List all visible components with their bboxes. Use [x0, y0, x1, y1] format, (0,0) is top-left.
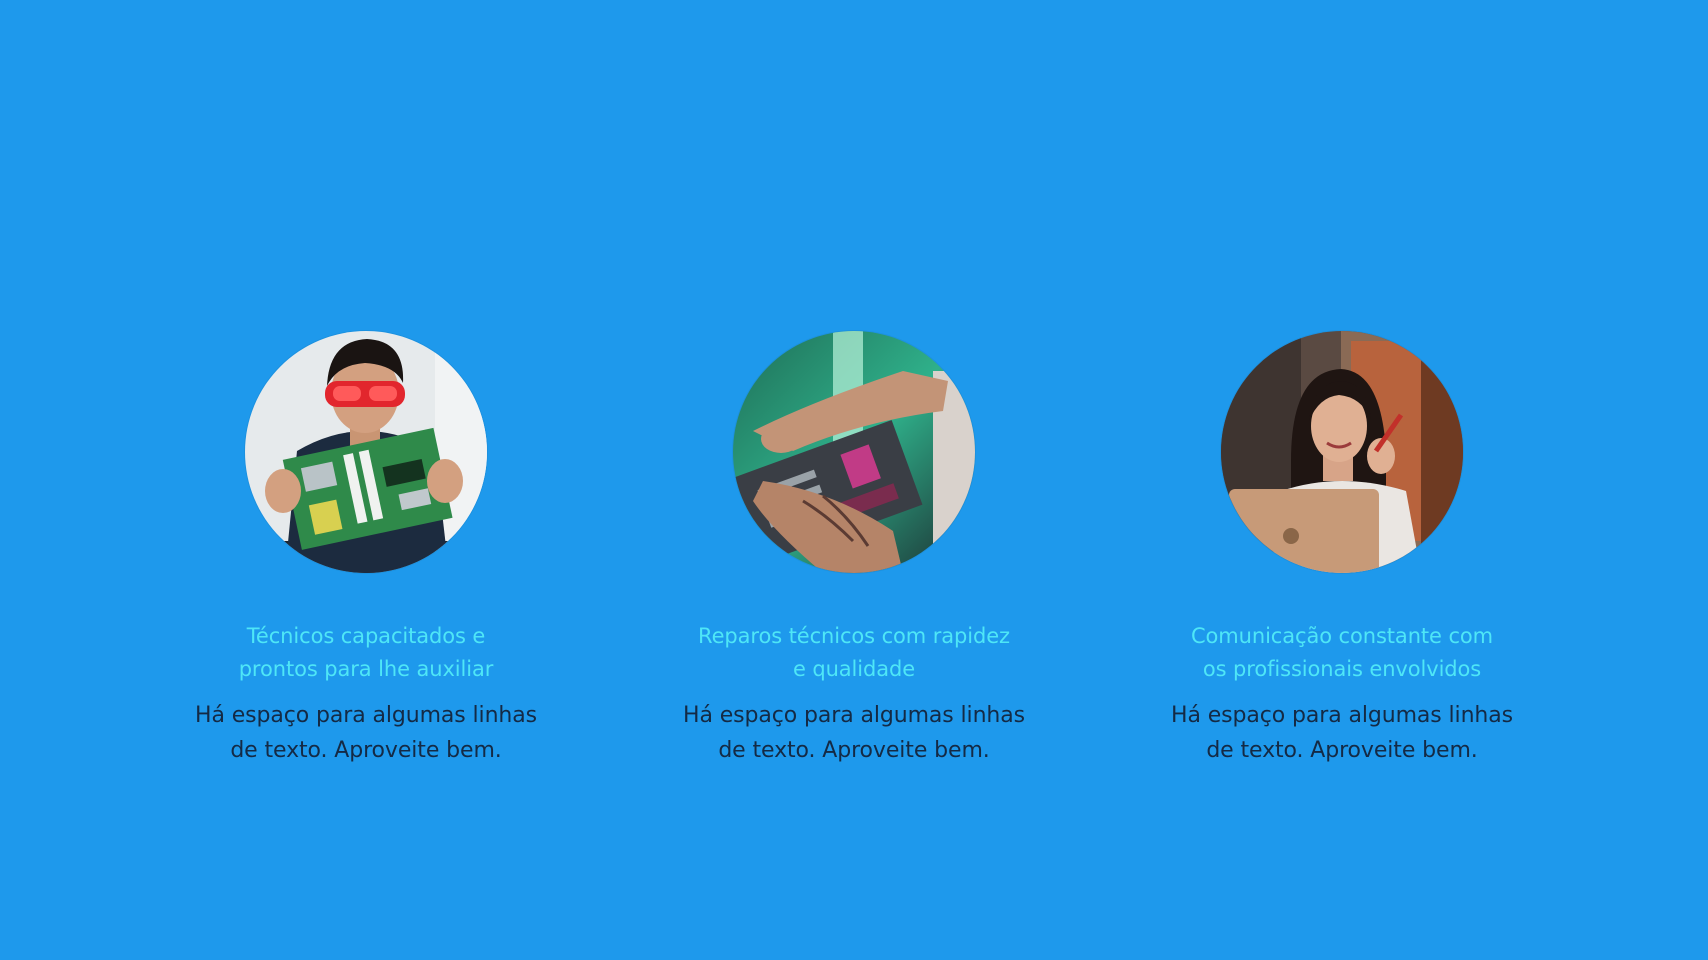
feature-title: Comunicação constante com os profissiona… [1172, 620, 1512, 686]
feature-title-line: Técnicos capacitados e [246, 624, 486, 648]
hands-repairing-circuit-board-illustration [733, 331, 975, 573]
feature-description-line: Há espaço para algumas linhas [195, 703, 537, 728]
feature-title: Reparos técnicos com rapidez e qualidade [684, 620, 1024, 686]
technician-with-motherboard-illustration [245, 331, 487, 573]
feature-description: Há espaço para algumas linhas de texto. … [186, 698, 546, 768]
feature-description: Há espaço para algumas linhas de texto. … [1162, 698, 1522, 768]
feature-card-technicians: Técnicos capacitados e prontos para lhe … [156, 331, 576, 768]
feature-title-line: Reparos técnicos com rapidez [698, 624, 1010, 648]
feature-title-line: prontos para lhe auxiliar [238, 657, 494, 681]
feature-description-line: Há espaço para algumas linhas [1171, 703, 1513, 728]
feature-description-line: de texto. Aproveite bem. [1206, 738, 1478, 763]
repair-photo [733, 331, 975, 573]
technician-photo [245, 331, 487, 573]
feature-description-line: de texto. Aproveite bem. [230, 738, 502, 763]
feature-description-line: de texto. Aproveite bem. [718, 738, 990, 763]
feature-title: Técnicos capacitados e prontos para lhe … [196, 620, 536, 686]
communication-photo [1221, 331, 1463, 573]
woman-with-laptop-illustration [1221, 331, 1463, 573]
feature-description-line: Há espaço para algumas linhas [683, 703, 1025, 728]
feature-description: Há espaço para algumas linhas de texto. … [674, 698, 1034, 768]
feature-card-repairs: Reparos técnicos com rapidez e qualidade… [644, 331, 1064, 768]
feature-title-line: e qualidade [792, 657, 916, 681]
feature-title-line: os profissionais envolvidos [1202, 657, 1482, 681]
feature-card-communication: Comunicação constante com os profissiona… [1132, 331, 1552, 768]
feature-title-line: Comunicação constante com [1190, 624, 1493, 648]
